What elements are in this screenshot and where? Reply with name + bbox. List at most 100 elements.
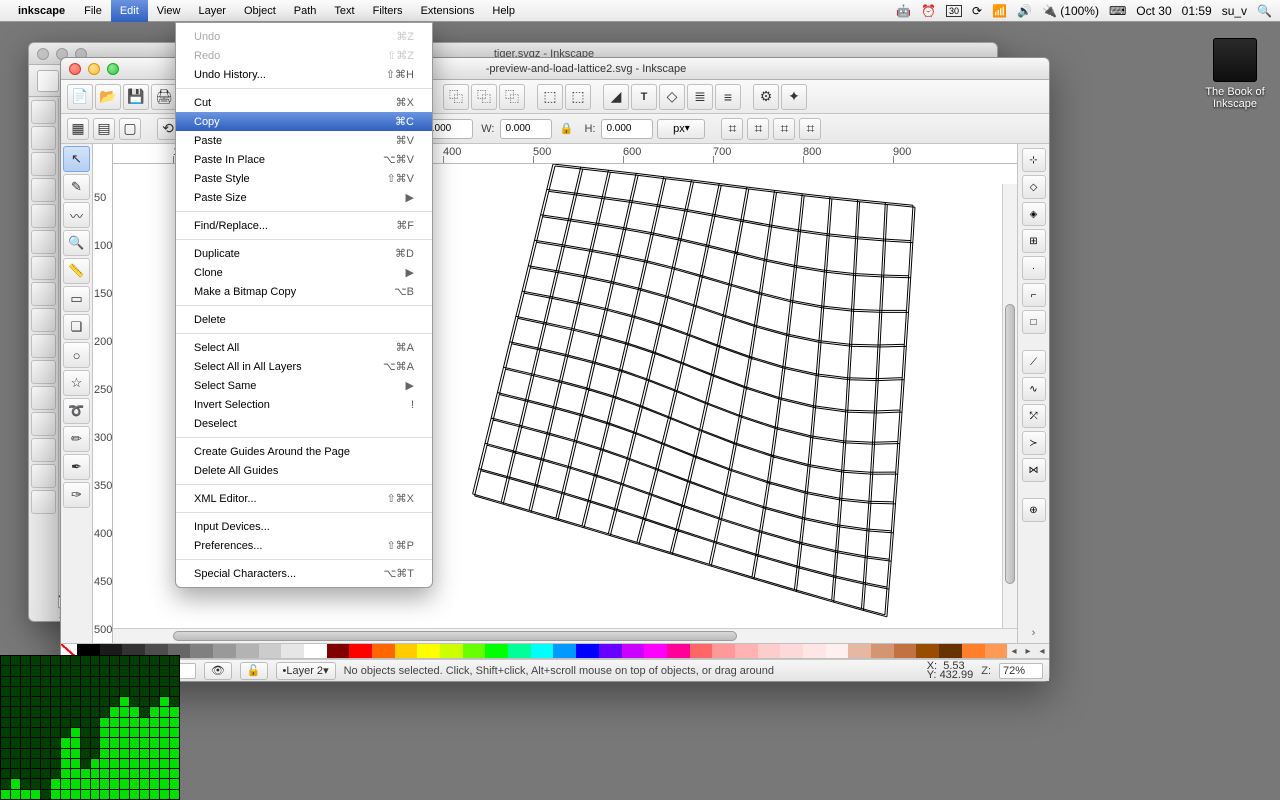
color-swatch[interactable] [712,644,735,658]
color-swatch[interactable] [622,644,645,658]
tc-affect-2[interactable]: ⌗ [747,118,769,140]
menu-item[interactable]: Select Same▶ [176,376,432,395]
color-swatch[interactable] [213,644,236,658]
color-swatch[interactable] [939,644,962,658]
color-swatch[interactable] [395,644,418,658]
scroll-thumb-h[interactable] [173,631,737,641]
color-swatch[interactable] [894,644,917,658]
back-tool[interactable] [31,360,56,384]
tb-ungroup[interactable]: ⬚ [565,84,591,110]
tb-clone[interactable]: ⿻ [471,84,497,110]
tool-bezier[interactable]: ✒ [63,454,90,480]
tool-node[interactable]: ✎ [63,174,90,200]
snap-btn[interactable]: ⤱ [1022,404,1046,428]
tc-affect-1[interactable]: ⌗ [721,118,743,140]
menubar-date[interactable]: Oct 30 [1136,4,1171,18]
tb-xml[interactable]: ◇ [659,84,685,110]
color-swatch[interactable] [826,644,849,658]
menu-item[interactable]: Deselect [176,414,432,433]
tool-rect[interactable]: ▭ [63,286,90,312]
color-swatch[interactable] [644,644,667,658]
expand-icon[interactable]: › [1032,627,1036,639]
color-swatch[interactable] [508,644,531,658]
color-swatch[interactable] [667,644,690,658]
menu-item[interactable]: Select All⌘A [176,338,432,357]
tb-save[interactable]: 💾 [123,84,149,110]
menulet-icon[interactable]: 🤖 [896,4,911,18]
snap-btn[interactable]: ◇ [1022,175,1046,199]
menu-object[interactable]: Object [235,0,285,22]
tool-calligraphy[interactable]: ✑ [63,482,90,508]
color-swatch[interactable] [803,644,826,658]
tc-deselect[interactable]: ▢ [119,118,141,140]
traffic-close[interactable] [37,48,49,60]
wifi-icon[interactable]: 📶 [992,4,1007,18]
menu-path[interactable]: Path [285,0,326,22]
palette-left[interactable]: ◂ [1007,644,1021,658]
unit-select[interactable]: px ▾ [657,119,705,139]
menubar-time[interactable]: 01:59 [1182,4,1212,18]
color-swatch[interactable] [780,644,803,658]
scrollbar-horizontal[interactable] [113,628,1017,643]
menu-item[interactable]: Clone▶ [176,263,432,282]
tb-duplicate[interactable]: ⿻ [443,84,469,110]
menu-view[interactable]: View [148,0,190,22]
back-tool[interactable] [31,256,56,280]
color-swatch[interactable] [259,644,282,658]
traffic-min[interactable] [88,63,100,75]
color-swatch[interactable] [962,644,985,658]
back-tool[interactable] [31,282,56,306]
back-tool[interactable] [31,230,56,254]
back-tool[interactable] [31,126,56,150]
tool-zoom[interactable]: 🔍 [63,230,90,256]
tc-affect-3[interactable]: ⌗ [773,118,795,140]
alarm-icon[interactable]: ⏰ [921,4,936,18]
menu-item[interactable]: Delete All Guides [176,461,432,480]
color-swatch[interactable] [916,644,939,658]
color-swatch[interactable] [236,644,259,658]
tb-open[interactable]: 📂 [95,84,121,110]
date-badge[interactable]: 30 [946,5,962,17]
tc-select-all[interactable]: ▦ [67,118,89,140]
layer-lock[interactable]: 🔓 [240,662,268,680]
menu-file[interactable]: File [75,0,111,22]
snap-btn[interactable]: ⋈ [1022,458,1046,482]
menu-item[interactable]: XML Editor...⇧⌘X [176,489,432,508]
menu-item[interactable]: Paste⌘V [176,131,432,150]
menu-item[interactable]: Copy⌘C [176,112,432,131]
back-tool[interactable] [31,490,56,514]
snap-btn[interactable]: · [1022,256,1046,280]
back-tool[interactable] [31,334,56,358]
snap-btn[interactable]: ⟋ [1022,350,1046,374]
color-swatch[interactable] [190,644,213,658]
snap-btn[interactable]: ◈ [1022,202,1046,226]
tc-select-layer[interactable]: ▤ [93,118,115,140]
color-swatch[interactable] [871,644,894,658]
menu-item[interactable]: Delete [176,310,432,329]
color-swatch[interactable] [327,644,350,658]
menu-item[interactable]: Undo History...⇧⌘H [176,65,432,84]
back-tool[interactable] [31,464,56,488]
layer-select[interactable]: • Layer 2 ▾ [276,662,336,680]
snap-btn[interactable]: ⌐ [1022,283,1046,307]
color-swatch[interactable] [985,644,1008,658]
back-tb-icon[interactable] [37,70,59,92]
back-tool[interactable] [31,412,56,436]
tb-new[interactable]: 📄 [67,84,93,110]
menu-item[interactable]: Select All in All Layers⌥⌘A [176,357,432,376]
color-swatch[interactable] [485,644,508,658]
menu-item[interactable]: Create Guides Around the Page [176,442,432,461]
color-swatch[interactable] [304,644,327,658]
color-swatch[interactable] [349,644,372,658]
scrollbar-vertical[interactable] [1002,184,1017,628]
color-swatch[interactable] [735,644,758,658]
color-swatch[interactable] [372,644,395,658]
spotlight-icon[interactable]: 🔍 [1257,4,1272,18]
app-menu[interactable]: inkscape [18,5,65,17]
back-tool[interactable] [31,308,56,332]
menu-item[interactable]: Make a Bitmap Copy⌥B [176,282,432,301]
back-tool[interactable] [31,204,56,228]
menu-item[interactable]: Special Characters...⌥⌘T [176,564,432,583]
menu-item[interactable]: Invert Selection! [176,395,432,414]
menu-item[interactable]: Paste In Place⌥⌘V [176,150,432,169]
